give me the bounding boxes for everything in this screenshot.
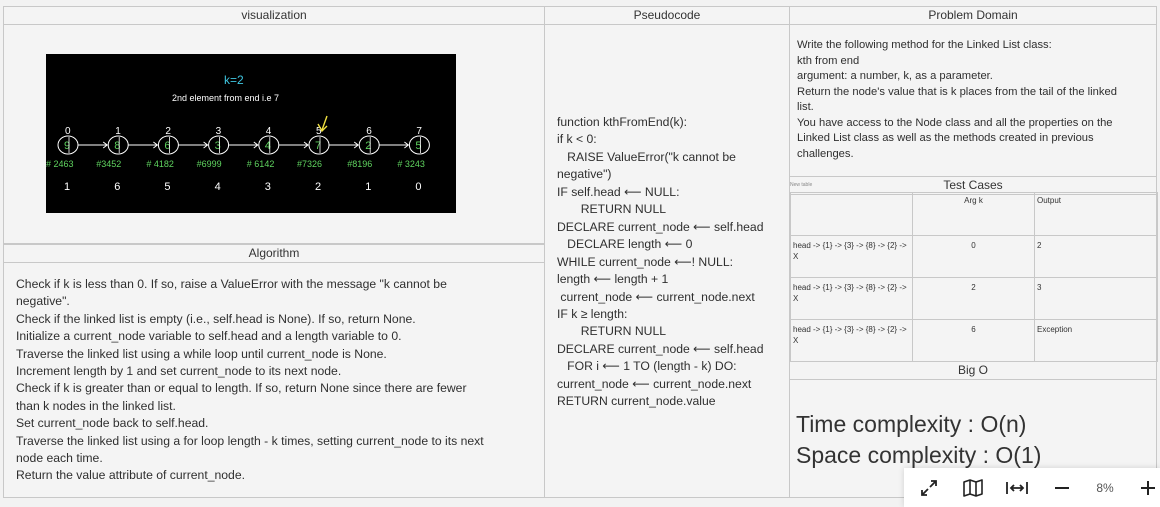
linked-list-visualization-image: k=2 2nd element from end i.e 7 0 9 # 2463 1… — [46, 54, 456, 213]
algorithm-line: Increment length by 1 and set current_no… — [16, 364, 342, 379]
pseudocode-line: IF k ≥ length: — [557, 306, 628, 321]
problem-domain-text: Write the following method for the Linke… — [797, 38, 1155, 162]
node-address: # 6142 — [247, 159, 275, 169]
node-position-from-end: 3 — [265, 181, 271, 193]
algorithm-line: Check if k is less than 0. If so, raise … — [16, 277, 447, 291]
map-icon[interactable] — [960, 475, 986, 501]
node-address: #6999 — [197, 159, 222, 169]
node-position-from-end: 1 — [365, 181, 371, 193]
space-complexity: Space complexity : O(1) — [796, 442, 1042, 468]
algorithm-line: Check if the linked list is empty (i.e.,… — [16, 311, 416, 326]
visualization-title: visualization — [4, 7, 544, 25]
algorithm-line: Initialize a current_node variable to se… — [16, 329, 402, 344]
node-position-from-end: 5 — [164, 181, 170, 193]
fullscreen-icon[interactable] — [916, 475, 942, 501]
node-address: # 4182 — [146, 159, 174, 169]
pseudocode-line: current_node ⟵ current_node.next — [557, 289, 755, 304]
table-cell: 2 — [1034, 235, 1158, 278]
table-cell: 3 — [1034, 277, 1158, 320]
node-index: 6 — [366, 126, 372, 137]
problem-domain-line: Linked List class as well as the methods… — [797, 132, 1094, 144]
algorithm-title: Algorithm — [4, 245, 544, 263]
algorithm-line: Set current_node back to self.head. — [16, 416, 209, 431]
table-label: New table — [790, 182, 813, 188]
pseudocode-title: Pseudocode — [545, 7, 789, 25]
table-cell: 2 — [912, 277, 1035, 320]
problem-domain-title: Problem Domain — [790, 7, 1156, 25]
pseudocode-text: function kthFromEnd(k): if k < 0: RAISE V… — [557, 114, 789, 411]
algorithm-line: Check if k is greater than or equal to l… — [16, 381, 467, 396]
table-header-cell: Output — [1034, 192, 1158, 236]
pseudocode-line: if k < 0: — [557, 132, 597, 147]
pseudocode-line: IF self.head ⟵ NULL: — [557, 184, 680, 199]
node-address: # 2463 — [46, 159, 74, 169]
node-index: 1 — [115, 126, 121, 137]
problem-domain-line: list. — [797, 101, 814, 113]
problem-domain-line: kth from end — [797, 54, 860, 67]
time-complexity: Time complexity : O(n) — [796, 411, 1027, 437]
node-index: 2 — [165, 126, 171, 137]
node-index: 4 — [266, 126, 272, 137]
node-address: #8196 — [347, 159, 372, 169]
pseudocode-line: length ⟵ length + 1 — [557, 272, 669, 287]
pseudocode-line: FOR i ⟵ 1 TO (length - k) DO: — [557, 359, 737, 374]
pseudocode-line: DECLARE current_node ⟵ self.head — [557, 341, 764, 356]
node-position-from-end: 4 — [215, 181, 221, 193]
node-position-from-end: 1 — [64, 181, 70, 193]
problem-domain-line: Return the node's value that is k places… — [797, 85, 1117, 98]
zoom-in-icon[interactable] — [1136, 475, 1160, 501]
pseudocode-line: RETURN NULL — [557, 202, 667, 217]
algorithm-line: than k nodes in the linked list. — [16, 398, 176, 413]
node-position-from-end: 0 — [415, 181, 421, 193]
pseudocode-line: DECLARE current_node ⟵ self.head — [557, 219, 764, 234]
problem-domain-line: Write the following method for the Linke… — [797, 39, 1052, 51]
pseudocode-line: RETURN NULL — [557, 324, 667, 339]
node-index: 0 — [65, 126, 71, 137]
zoom-out-icon[interactable] — [1049, 475, 1075, 501]
node-address: # 3243 — [397, 159, 425, 169]
node-index: 5 — [316, 126, 322, 137]
problem-domain-line: You have access to the Node class and al… — [797, 116, 1113, 129]
visualization-drawing: k=2 2nd element from end i.e 7 09# 24631… — [46, 73, 430, 193]
viz-heading: k=2 — [224, 73, 244, 87]
table-cell: head -> {1} -> {3} -> {8} -> {2} -> X — [790, 235, 913, 278]
pseudocode-line: RETURN current_node.value — [557, 394, 716, 409]
fit-width-icon[interactable] — [1004, 475, 1030, 501]
problem-domain-line: challenges. — [797, 147, 854, 160]
algorithm-line: negative". — [16, 294, 70, 309]
algorithm-line: Return the value attribute of current_no… — [16, 468, 245, 483]
pseudocode-line: DECLARE length ⟵ 0 — [557, 237, 693, 252]
table-cell: head -> {1} -> {3} -> {8} -> {2} -> X — [790, 277, 913, 320]
node-index: 3 — [216, 126, 222, 137]
zoom-level: 8% — [1096, 481, 1114, 495]
node-position-from-end: 2 — [315, 181, 321, 193]
node-index: 7 — [416, 126, 422, 137]
pseudocode-line: RAISE ValueError("k cannot be — [557, 149, 736, 164]
big-o-title: Big O — [790, 362, 1156, 380]
node-position-from-end: 6 — [114, 181, 120, 193]
pseudocode-line: WHILE current_node ⟵! NULL: — [557, 254, 733, 269]
table-cell: 0 — [912, 235, 1035, 278]
zoom-toolbar: 8% — [904, 468, 1160, 507]
pseudocode-line: negative") — [557, 167, 612, 182]
algorithm-line: Traverse the linked list using a while l… — [16, 346, 387, 361]
table-header-cell: Arg k — [912, 192, 1035, 236]
node-address: #3452 — [96, 159, 121, 169]
table-cell: Exception — [1034, 319, 1158, 362]
table-header-cell — [790, 192, 913, 236]
algorithm-line: Traverse the linked list using a for loo… — [16, 433, 484, 448]
pseudocode-line: function kthFromEnd(k): — [557, 115, 688, 129]
problem-domain-line: argument: a number, k, as a parameter. — [797, 70, 993, 82]
node-address: #7326 — [297, 159, 322, 169]
algorithm-line: node each time. — [16, 451, 103, 466]
table-cell: 6 — [912, 319, 1035, 362]
table-cell: head -> {1} -> {3} -> {8} -> {2} -> X — [790, 319, 913, 362]
pseudocode-line: current_node ⟵ current_node.next — [557, 376, 752, 391]
algorithm-text: Check if k is less than 0. If so, raise … — [16, 276, 544, 485]
viz-subheading: 2nd element from end i.e 7 — [172, 93, 279, 103]
